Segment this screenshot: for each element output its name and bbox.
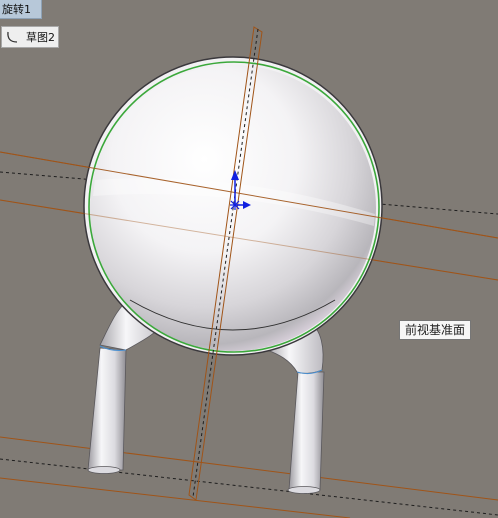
sphere-body[interactable] — [83, 56, 383, 356]
sketch-icon — [7, 31, 18, 43]
sketch-tree-item[interactable]: 草图2 — [1, 26, 59, 48]
sketch-label: 草图2 — [26, 31, 55, 44]
graphics-viewport[interactable]: 旋转1 草图2 前视基准面 — [0, 0, 498, 518]
front-plane-label[interactable]: 前视基准面 — [399, 320, 471, 340]
revolve-feature-tab[interactable]: 旋转1 — [0, 0, 42, 19]
model-view[interactable] — [0, 0, 498, 518]
